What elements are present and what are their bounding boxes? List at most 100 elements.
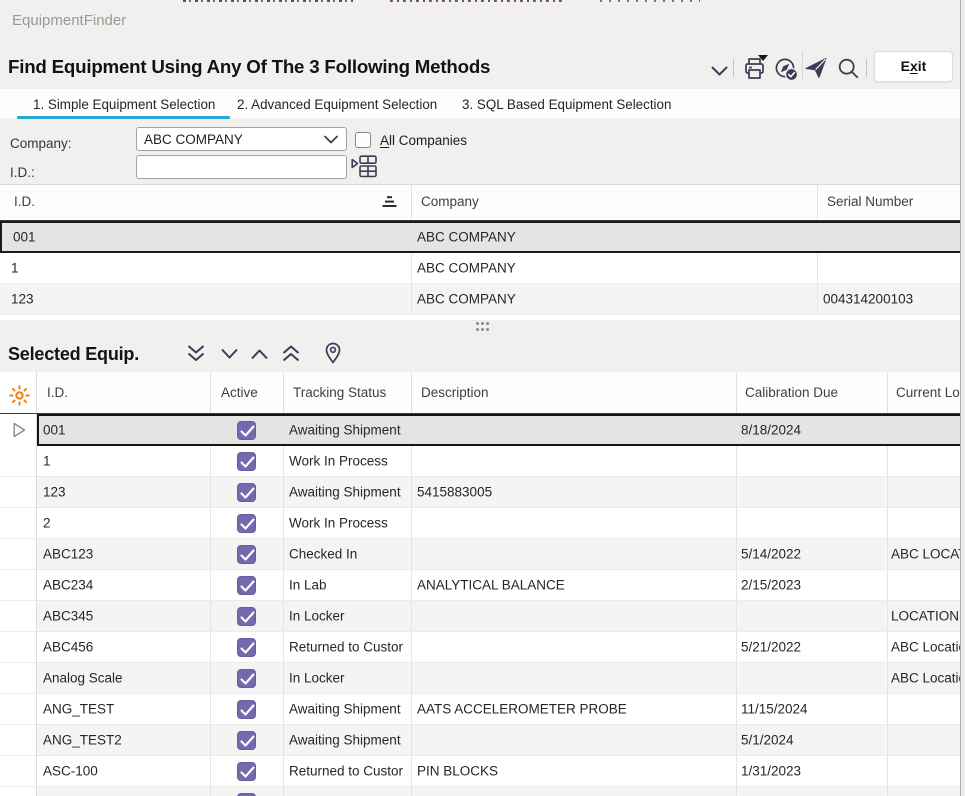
check-icon [240,456,255,469]
dropdown-chevron-icon[interactable] [711,66,728,77]
column-header-description[interactable]: Description [411,372,736,413]
tab-sql-based-equipment-selection[interactable]: 3. SQL Based Equipment Selection [455,89,677,118]
cell-id: ABC345 [37,601,210,631]
navigation-check-icon[interactable] [775,58,798,81]
active-checkbox[interactable] [237,483,256,502]
equip-grid-row[interactable]: 123Awaiting Shipment5415883005 [0,477,961,508]
id-input[interactable] [136,155,347,179]
cell-calibration-due [736,477,887,507]
cell-description: 5415883005 [411,477,736,507]
active-checkbox[interactable] [237,576,256,595]
equip-grid-row[interactable]: 1Work In Process [0,446,961,477]
move-all-down-icon[interactable] [186,344,206,364]
selected-equip-title: Selected Equip. [8,344,139,365]
equip-grid-row[interactable]: 001Awaiting Shipment8/18/2024 [0,414,961,446]
column-header-company[interactable]: Company [411,185,817,220]
cell-serial-number: 004314200103 [817,284,961,314]
tab-strip: 1. Simple Equipment Selection 2. Advance… [0,89,961,118]
row-indicator-cell [0,477,37,508]
active-checkbox[interactable] [237,731,256,750]
column-header-current-location[interactable]: Current Lo [887,372,961,413]
cell-calibration-due: 8/18/2024 [736,414,887,446]
background-window-remnant [390,0,562,2]
active-checkbox[interactable] [237,762,256,781]
equip-grid-row[interactable]: Analog ScaleIn LockerABC Locatio [0,663,961,694]
active-checkbox[interactable] [237,669,256,688]
column-header-tracking-status[interactable]: Tracking Status [283,372,411,413]
cell-calibration-due [736,508,887,538]
active-checkbox[interactable] [237,638,256,657]
cell-current-location: LOCATION [887,601,961,631]
equip-grid-row[interactable]: ABC123Checked In5/14/2022ABC LOCAT [0,539,961,570]
active-tab-indicator [17,116,230,119]
equip-grid-row[interactable]: ANG_TEST2Awaiting Shipment5/1/2024 [0,725,961,756]
active-checkbox[interactable] [237,545,256,564]
search-icon[interactable] [838,58,859,79]
check-icon [240,487,255,500]
row-indicator-cell [0,446,37,477]
cell-id: ABC234 [37,570,210,600]
exit-button[interactable]: Exit [874,51,953,82]
cell-id: ANG_TEST2 [37,725,210,755]
cell-calibration-due: 1/31/2023 [736,756,887,786]
column-header-calibration-due[interactable]: Calibration Due [736,372,887,413]
all-companies-label[interactable]: All Companies [380,133,467,148]
column-header-active[interactable]: Active [210,372,283,413]
equip-grid-row[interactable]: ANG_TESTAwaiting ShipmentAATS ACCELEROME… [0,694,961,725]
equip-grid-row[interactable]: 2Work In Process [0,508,961,539]
row-indicator-cell [0,756,37,787]
tab-simple-equipment-selection[interactable]: 1. Simple Equipment Selection [17,89,230,118]
column-header-id[interactable]: I.D. [37,372,210,413]
results-grid-row[interactable]: 1ABC COMPANY [0,253,961,284]
row-indicator-cell [0,570,37,601]
cell-calibration-due: 5/21/2022 [736,632,887,662]
check-icon [240,735,255,748]
column-header-id[interactable]: I.D. [0,185,411,220]
cell-current-location [887,787,961,796]
company-dropdown[interactable]: ABC COMPANY [136,127,347,151]
cell-id: 123 [37,477,210,507]
cell-current-location [887,725,961,755]
move-down-icon[interactable] [220,347,239,361]
cell-current-location: ABC LOCAT [887,539,961,569]
active-checkbox[interactable] [237,793,256,796]
cell-serial-number [817,253,961,283]
cell-tracking-status: In Lab [283,570,411,600]
all-companies-checkbox[interactable] [355,132,371,148]
cell-description [411,725,736,755]
row-indicator-cell [0,663,37,694]
active-checkbox[interactable] [237,700,256,719]
active-checkbox[interactable] [237,607,256,626]
equip-grid-row[interactable]: ABC456Returned to Custor5/21/2022ABC Loc… [0,632,961,663]
cell-serial-number [817,223,961,251]
tab-advanced-equipment-selection[interactable]: 2. Advanced Equipment Selection [230,89,448,118]
equip-grid-row[interactable]: ASC-100Returned to CustorPIN BLOCKS1/31/… [0,756,961,787]
cell-current-location [887,508,961,538]
active-checkbox[interactable] [237,514,256,533]
cell-description [411,601,736,631]
browse-equipment-icon[interactable] [351,155,377,178]
cell-description: ANALYTICAL BALANCE [411,570,736,600]
cell-id: 123 [0,284,411,314]
move-all-up-icon[interactable] [281,344,301,364]
company-dropdown-value: ABC COMPANY [144,132,243,147]
move-up-icon[interactable] [250,347,269,361]
column-header-serial-number[interactable]: Serial Number [817,185,961,220]
cell-calibration-due [736,663,887,693]
equip-grid-row[interactable] [0,787,961,796]
results-grid-row[interactable]: 001ABC COMPANY [0,221,961,253]
cell-current-location: ABC Locatio [887,663,961,693]
location-pin-icon[interactable] [325,342,341,364]
splitter-grip[interactable] [476,322,490,332]
cell-id [37,787,210,796]
sort-ascending-icon [382,196,397,208]
check-icon [240,611,255,624]
active-checkbox[interactable] [237,421,256,440]
equip-grid-row[interactable]: ABC345In LockerLOCATION [0,601,961,632]
equip-grid-row[interactable]: ABC234In LabANALYTICAL BALANCE2/15/2023 [0,570,961,601]
send-icon[interactable] [805,57,827,79]
print-icon[interactable] [744,54,769,80]
row-indicator-cell [0,508,37,539]
active-checkbox[interactable] [237,452,256,471]
results-grid-row[interactable]: 123ABC COMPANY004314200103 [0,284,961,315]
